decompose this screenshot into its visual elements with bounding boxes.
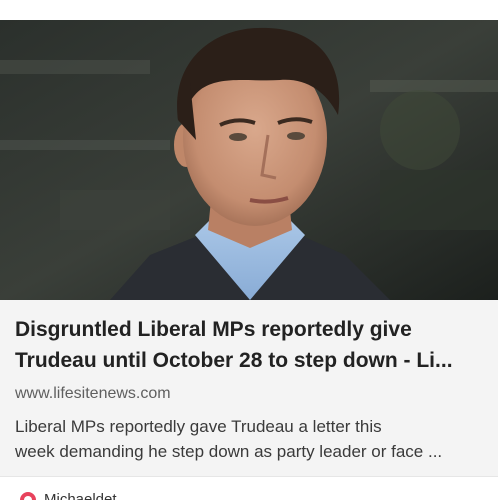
feed-page: Disgruntled Liberal MPs reportedly give … [0, 0, 498, 500]
source-row[interactable]: Michaeldet [0, 476, 498, 500]
headline-line-2: Trudeau until October 28 to step down - … [15, 349, 453, 372]
source-avatar-icon [20, 492, 36, 500]
headline-line-1: Disgruntled Liberal MPs reportedly give [15, 318, 412, 341]
description-line-1: Liberal MPs reportedly gave Trudeau a le… [15, 417, 382, 436]
article-description: Liberal MPs reportedly gave Trudeau a le… [15, 414, 485, 464]
article-image[interactable] [0, 20, 498, 300]
news-photo-image [0, 20, 498, 300]
article-domain: www.lifesitenews.com [15, 385, 171, 402]
description-line-2: week demanding he step down as party lea… [15, 442, 443, 461]
source-name[interactable]: Michaeldet [44, 491, 117, 500]
article-headline[interactable]: Disgruntled Liberal MPs reportedly give … [15, 314, 485, 376]
